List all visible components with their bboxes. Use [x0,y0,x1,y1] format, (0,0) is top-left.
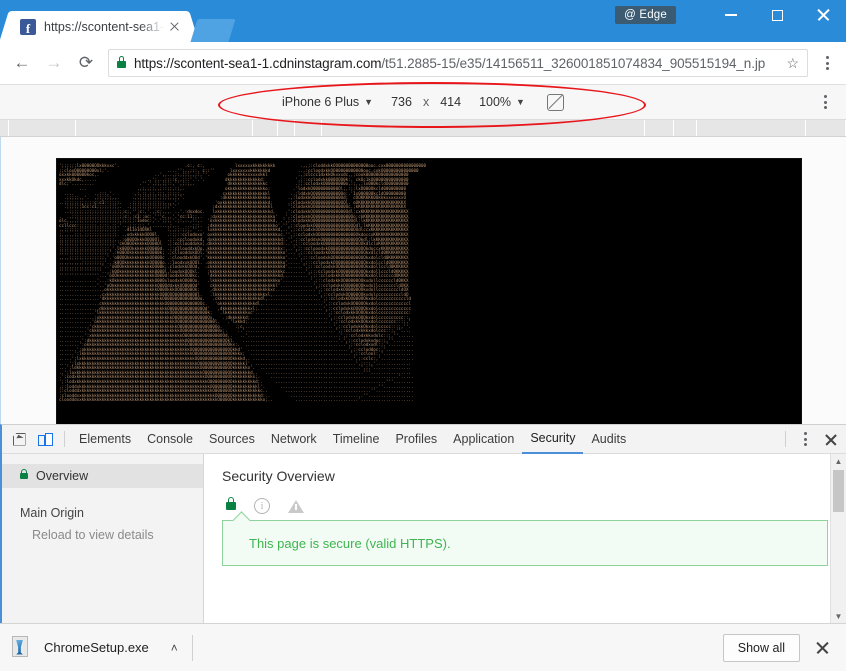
device-name: iPhone 6 Plus [282,95,360,109]
inspect-element-button[interactable] [6,426,32,452]
page-title: Security Overview [222,468,335,484]
chrome-menu-button[interactable] [814,47,840,79]
https-lock-icon [117,56,126,68]
installer-file-icon [10,635,32,660]
device-controls: iPhone 6 Plus ▼ 736 x 414 100% ▼ [273,93,573,111]
url-origin: https://scontent-sea1-1.cdninstagram.com [134,55,382,71]
download-shelf: ChromeSetup.exe ˄ Show all [0,623,846,671]
edge-badge[interactable]: @ Edge [615,6,676,24]
minimize-icon [725,14,737,16]
security-main-panel: Security Overview i This page is secure … [204,454,846,623]
devtools-tab-bar: Elements Console Sources Network Timelin… [2,425,846,454]
maximize-button[interactable] [754,0,800,30]
dimension-separator: x [422,95,430,109]
viewport-height-value: 414 [440,95,462,109]
tab-elements[interactable]: Elements [71,426,139,453]
tab-profiles[interactable]: Profiles [387,426,445,453]
close-icon [816,8,830,22]
security-status-text: This page is secure (valid HTTPS). [249,535,451,551]
tab-sources[interactable]: Sources [201,426,263,453]
chrome-browser-window: f https://scontent-sea1-1.c @ Edge ← → ⟳… [0,0,846,671]
viewport-width-value: 736 [391,95,412,109]
toggle-device-toolbar-button[interactable] [32,426,58,452]
device-emulation-toolbar: iPhone 6 Plus ▼ 736 x 414 100% ▼ [0,84,846,120]
address-bar-url: https://scontent-sea1-1.cdninstagram.com… [134,56,780,71]
ascii-art-text: ';;;;;;lx00000OOkkkxxc'. .c:, c:, lxxxxx… [59,163,427,403]
security-status-banner: This page is secure (valid HTTPS). [222,511,828,566]
banner-notch [232,511,251,530]
facebook-favicon-icon: f [20,18,36,35]
viewport-width-input[interactable]: 736 [382,95,421,109]
zoom-select[interactable]: 100% ▼ [470,95,534,109]
rotate-icon [546,93,564,111]
back-button[interactable]: ← [6,47,38,79]
device-toolbar-menu-button[interactable] [812,86,838,118]
window-controls: @ Edge [615,0,846,30]
tab-security[interactable]: Security [522,425,584,454]
tab-application[interactable]: Application [445,426,522,453]
sidebar-item-overview[interactable]: Overview [2,464,203,488]
sidebar-group-title: Main Origin [20,506,84,520]
devtools-close-button[interactable] [818,426,844,452]
lock-icon [226,497,236,510]
sidebar-group-hint: Reload to view details [32,528,154,542]
security-content: Security Overview i This page is secure … [204,454,846,566]
window-title-bar: f https://scontent-sea1-1.c @ Edge [0,0,846,42]
devtools-panel: Elements Console Sources Network Timelin… [0,424,846,623]
tab-title: https://scontent-sea1-1.c [44,19,164,34]
reload-button[interactable]: ⟳ [70,47,102,79]
sidebar-group-main-origin: Main Origin Reload to view details [2,504,203,544]
device-select[interactable]: iPhone 6 Plus ▼ [273,95,382,109]
page-viewport: ';;;;;;lx00000OOkkkxxc'. .c:, c:, lxxxxx… [0,137,846,424]
devtools-tab-bar-actions [779,425,844,453]
browser-toolbar: ← → ⟳ https://scontent-sea1-1.cdninstagr… [0,42,846,84]
security-summary-icons: i [222,497,828,514]
download-file-name: ChromeSetup.exe [44,640,149,655]
lock-icon [20,469,28,479]
tab-console[interactable]: Console [139,426,201,453]
minimize-button[interactable] [708,0,754,30]
devtools-menu-button[interactable] [792,426,818,452]
bookmark-star-icon[interactable]: ☆ [786,55,799,72]
new-tab-button[interactable] [190,19,236,42]
forward-button[interactable]: → [38,47,70,79]
show-all-downloads-button[interactable]: Show all [722,633,800,662]
toolbar-divider [64,431,65,447]
viewport-ruler [0,120,846,137]
maximize-icon [771,9,783,21]
devtools-body: Overview Main Origin Reload to view deta… [2,454,846,623]
security-sidebar: Overview Main Origin Reload to view deta… [2,454,204,623]
sidebar-item-label: Overview [36,469,89,483]
chevron-up-icon[interactable]: ˄ [171,641,178,655]
warning-icon [288,499,304,513]
viewport-height-input[interactable]: 414 [431,95,470,109]
chevron-down-icon: ▼ [364,97,374,107]
tab-strip: f https://scontent-sea1-1.c [0,10,236,42]
rotate-button[interactable] [534,93,573,111]
chevron-down-icon: ▼ [516,97,525,107]
tab-audits[interactable]: Audits [583,426,634,453]
security-panel-scrollbar[interactable]: ▲ ▼ [830,454,846,623]
tab-timeline[interactable]: Timeline [325,426,388,453]
scroll-down-arrow-icon[interactable]: ▼ [831,609,846,623]
address-bar[interactable]: https://scontent-sea1-1.cdninstagram.com… [108,49,808,77]
download-item[interactable]: ChromeSetup.exe ˄ [10,635,192,660]
shelf-divider [191,634,193,661]
url-path: /t51.2885-15/e35/14156511_32600185107483… [381,55,766,71]
tab-network[interactable]: Network [263,426,325,453]
scroll-up-arrow-icon[interactable]: ▲ [831,454,846,468]
info-icon: i [254,498,270,514]
browser-tab[interactable]: f https://scontent-sea1-1.c [10,11,188,42]
inspect-cursor-icon [13,433,26,446]
ascii-art-image: ';;;;;;lx00000OOkkkxxc'. .c:, c:, lxxxxx… [57,159,801,424]
close-download-shelf-button[interactable] [808,634,836,662]
device-toolbar-icon [37,432,53,446]
close-window-button[interactable] [800,0,846,30]
zoom-value: 100% [479,95,512,109]
actions-divider [785,431,786,447]
scrollbar-thumb[interactable] [833,470,844,512]
tab-close-icon[interactable] [166,19,182,35]
